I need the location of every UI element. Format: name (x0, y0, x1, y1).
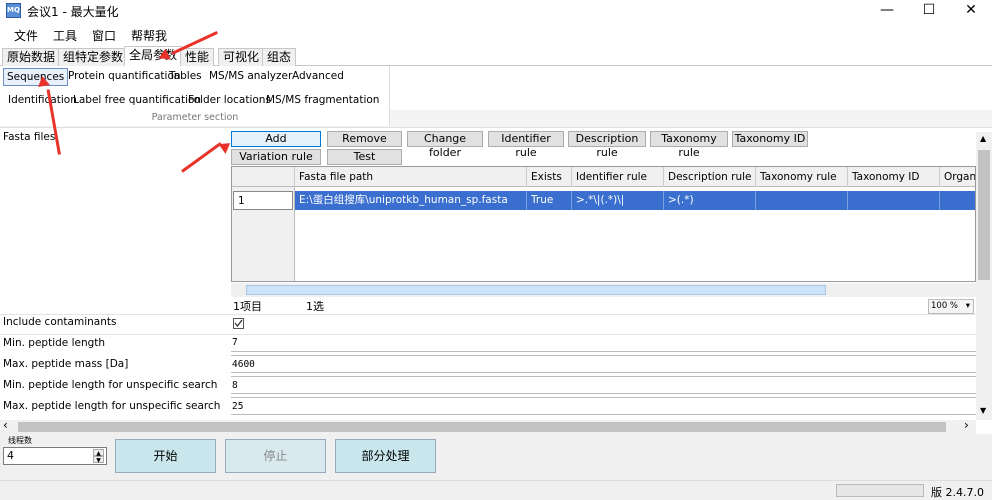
tab-raw-data[interactable]: 原始数据 (2, 48, 61, 66)
tab-configuration[interactable]: 组态 (262, 48, 297, 66)
main-horizontal-scrollbar[interactable]: ‹ › (0, 418, 976, 434)
scroll-thumb[interactable] (978, 150, 990, 280)
app-icon: MQ (6, 3, 21, 18)
tab-global-params[interactable]: 全局参数 (124, 46, 183, 67)
taxonomy-rule-button[interactable]: Taxonomy rule (650, 131, 728, 159)
scroll-thumb[interactable] (18, 422, 946, 432)
window-title: 会议1 - 最大量化 (27, 5, 119, 19)
parameter-section-label: Parameter section (151, 112, 239, 123)
include-contaminants-checkbox[interactable] (233, 318, 244, 329)
scroll-up-icon[interactable]: ▲ (980, 134, 986, 143)
tab-performance[interactable]: 性能 (180, 48, 215, 66)
divider (0, 314, 976, 315)
annotation-arrowhead (36, 75, 50, 88)
ribbon-tables[interactable]: Tables (166, 68, 205, 84)
cell-taxonomy-rule[interactable] (756, 191, 848, 210)
description-rule-button[interactable]: Description rule (568, 131, 646, 159)
stepper-up-icon[interactable]: ▲ (93, 449, 104, 457)
taxonomy-id-button[interactable]: Taxonomy ID (732, 131, 808, 147)
scroll-thumb[interactable] (246, 285, 826, 295)
zoom-select[interactable]: 100 % ▾ (928, 299, 974, 314)
maximize-button[interactable]: ☐ (908, 0, 950, 22)
partial-processing-button[interactable]: 部分处理 (335, 439, 436, 473)
zoom-value: 100 % (931, 301, 959, 311)
tab-group-params[interactable]: 组特定参数 (58, 48, 129, 66)
column-header[interactable]: Identifier rule (572, 167, 664, 187)
ribbon-identification[interactable]: Identification (5, 92, 80, 108)
row-number[interactable]: 1 (233, 191, 293, 210)
variation-rule-button[interactable]: Variation rule (231, 149, 321, 165)
add-button[interactable]: Add (231, 131, 321, 147)
threads-stepper[interactable]: 4 ▲ ▼ (3, 447, 107, 465)
max-unspecific-length-field[interactable]: 25 (231, 397, 976, 415)
ribbon-msms-analyzer[interactable]: MS/MS analyzer (206, 68, 295, 84)
title-bar: MQ 会议1 - 最大量化 — ☐ ✕ (0, 0, 992, 22)
column-header[interactable]: Exists (527, 167, 572, 187)
main-vertical-scrollbar[interactable]: ▲ ▼ (976, 132, 992, 420)
cell-taxonomy-id[interactable] (848, 191, 940, 210)
ribbon-msms-fragmentation[interactable]: MS/MS fragmentation (263, 92, 382, 108)
threads-label: 线程数 (8, 436, 32, 445)
progress-bar (836, 484, 924, 497)
cell-organism[interactable] (940, 191, 975, 210)
cell-description-rule[interactable]: >(.*) (664, 191, 756, 210)
ribbon-advanced[interactable]: Advanced (289, 68, 347, 84)
include-contaminants-label: Include contaminants (3, 316, 117, 328)
ribbon-folder-locations[interactable]: Folder locations (185, 92, 274, 108)
start-button[interactable]: 开始 (115, 439, 216, 473)
menu-bar: 文件 工具 窗口 帮帮我 (0, 24, 992, 44)
scroll-left-icon[interactable]: ‹ (3, 418, 8, 432)
min-peptide-length-field[interactable]: 7 (231, 334, 976, 352)
column-header[interactable]: Fasta file path (295, 167, 527, 187)
column-header[interactable]: Description rule (664, 167, 756, 187)
main-tab-strip: 原始数据 组特定参数 全局参数 性能 可视化 组态 (0, 46, 992, 67)
table-header: Fasta file path Exists Identifier rule D… (232, 167, 975, 187)
rownum-header (232, 167, 295, 187)
column-header[interactable]: Taxonomy ID (848, 167, 940, 187)
min-unspecific-length-label: Min. peptide length for unspecific searc… (3, 379, 218, 391)
status-bar: 版 2.4.7.0 (0, 480, 992, 500)
max-peptide-mass-field[interactable]: 4600 (231, 355, 976, 373)
run-panel: 线程数 4 ▲ ▼ 开始 停止 部分处理 (0, 434, 992, 480)
menu-help[interactable]: 帮帮我 (131, 27, 167, 44)
cell-fasta-path[interactable]: E:\蛋白组搜库\uniprotkb_human_sp.fasta (295, 191, 527, 210)
threads-value: 4 (7, 449, 14, 462)
tab-visualization[interactable]: 可视化 (218, 48, 265, 66)
cell-exists[interactable]: True (527, 191, 572, 210)
stepper-down-icon[interactable]: ▼ (93, 456, 104, 464)
checkmark-icon (234, 319, 243, 328)
selected-count: 1选 (306, 300, 324, 313)
identifier-rule-button[interactable]: Identifier rule (488, 131, 564, 159)
stop-button[interactable]: 停止 (225, 439, 326, 473)
table-row[interactable]: E:\蛋白组搜库\uniprotkb_human_sp.fasta True >… (295, 191, 975, 210)
annotation-arrow (181, 142, 222, 173)
min-peptide-length-label: Min. peptide length (3, 337, 106, 349)
max-unspecific-length-label: Max. peptide length for unspecific searc… (3, 400, 221, 412)
menu-window[interactable]: 窗口 (92, 27, 116, 44)
scroll-right-icon[interactable]: › (964, 418, 969, 432)
scroll-down-icon[interactable]: ▼ (980, 406, 986, 415)
minimize-button[interactable]: — (866, 0, 908, 22)
close-button[interactable]: ✕ (950, 0, 992, 22)
version-label: 版 2.4.7.0 (931, 486, 984, 499)
remove-button[interactable]: Remove (327, 131, 402, 147)
table-horizontal-scrollbar[interactable] (231, 283, 976, 297)
fasta-file-table: Fasta file path Exists Identifier rule D… (231, 166, 976, 282)
min-unspecific-length-field[interactable]: 8 (231, 376, 976, 394)
ribbon-label-free-quantification[interactable]: Label free quantification (70, 92, 204, 108)
change-folder-button[interactable]: Change folder (407, 131, 483, 159)
menu-tools[interactable]: 工具 (53, 27, 77, 44)
column-header[interactable]: Taxonomy rule (756, 167, 848, 187)
fasta-files-label: Fasta files (3, 131, 56, 143)
items-count: 1项目 (233, 300, 262, 313)
max-peptide-mass-label: Max. peptide mass [Da] (3, 358, 129, 370)
chevron-down-icon: ▾ (965, 301, 970, 311)
menu-file[interactable]: 文件 (14, 27, 38, 44)
cell-identifier-rule[interactable]: >.*\|(.*)\| (572, 191, 664, 210)
column-header[interactable]: Organi (940, 167, 975, 187)
test-button[interactable]: Test (327, 149, 402, 165)
